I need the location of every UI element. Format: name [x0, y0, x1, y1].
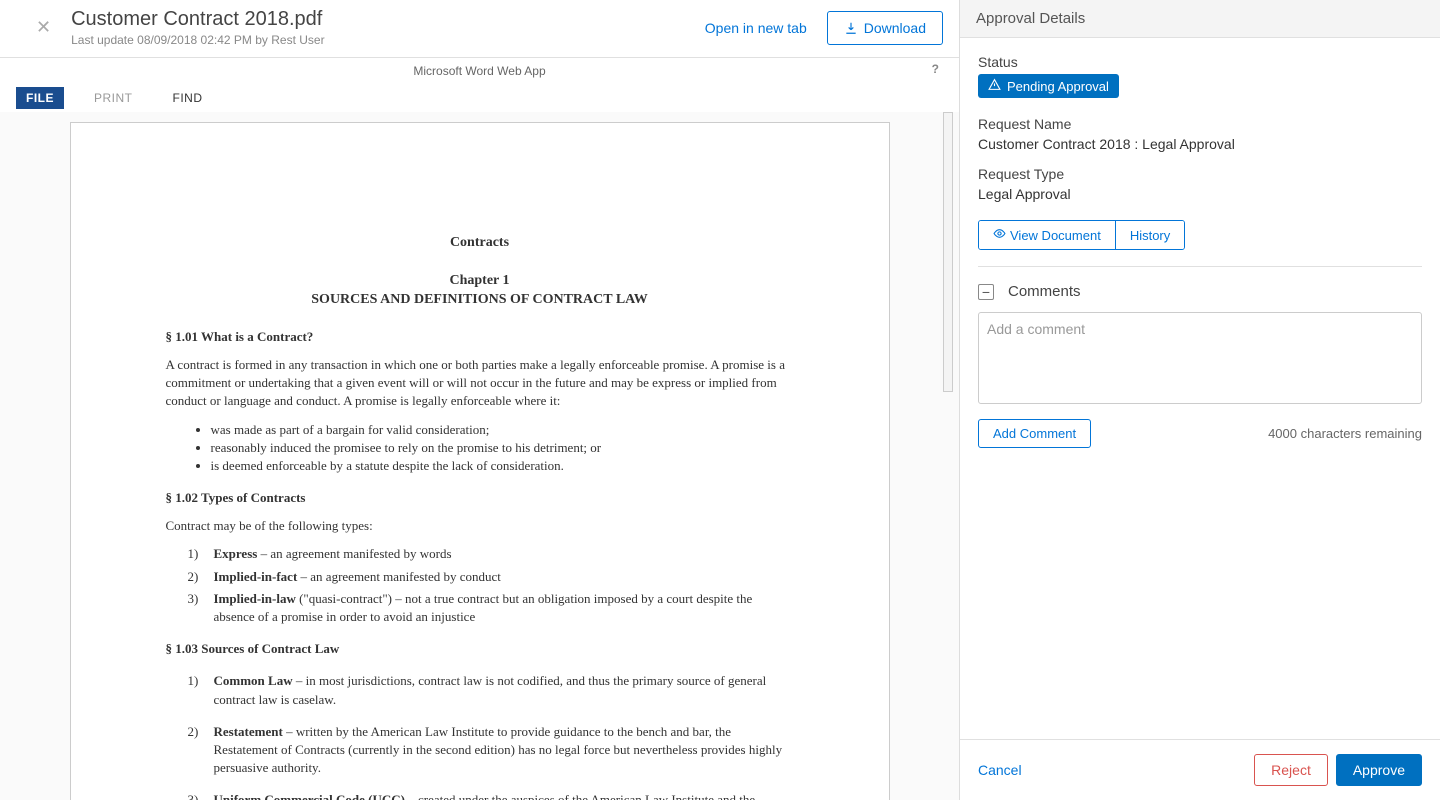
types-list: 1)Express – an agreement manifested by w… [166, 545, 794, 626]
tab-print[interactable]: PRINT [84, 87, 143, 109]
doc-heading-contracts: Contracts [166, 233, 794, 253]
word-app-bar: Microsoft Word Web App ? [0, 58, 959, 84]
tab-find[interactable]: FIND [163, 87, 213, 109]
approval-panel: Approval Details Status Pending Approval… [960, 0, 1440, 800]
section-101: § 1.01 What is a Contract? [166, 328, 794, 346]
open-new-tab-link[interactable]: Open in new tab [705, 20, 807, 36]
document-page: Contracts Chapter 1 SOURCES AND DEFINITI… [70, 122, 890, 800]
warning-icon [988, 78, 1001, 94]
section-102: § 1.02 Types of Contracts [166, 489, 794, 507]
request-name-value: Customer Contract 2018 : Legal Approval [978, 136, 1422, 152]
close-icon[interactable]: ✕ [36, 17, 51, 38]
add-comment-button[interactable]: Add Comment [978, 419, 1091, 448]
document-viewport[interactable]: Contracts Chapter 1 SOURCES AND DEFINITI… [0, 112, 959, 800]
section-103: § 1.03 Sources of Contract Law [166, 640, 794, 658]
history-button[interactable]: History [1115, 221, 1184, 249]
word-app-title: Microsoft Word Web App [413, 64, 545, 78]
collapse-icon[interactable]: − [978, 284, 994, 300]
chars-remaining: 4000 characters remaining [1268, 426, 1422, 441]
comments-label: Comments [1008, 283, 1081, 300]
request-type-label: Request Type [978, 166, 1422, 182]
download-button[interactable]: Download [827, 11, 943, 45]
reject-button[interactable]: Reject [1254, 754, 1328, 786]
sources-list: 1)Common Law – in most jurisdictions, co… [166, 672, 794, 800]
document-header: ✕ Customer Contract 2018.pdf Last update… [0, 0, 959, 58]
para-101: A contract is formed in any transaction … [166, 356, 794, 411]
document-subtitle: Last update 08/09/2018 02:42 PM by Rest … [71, 33, 705, 47]
bullets-101: was made as part of a bargain for valid … [166, 421, 794, 476]
approval-panel-title: Approval Details [960, 0, 1440, 38]
doc-heading-chapter: Chapter 1 [166, 271, 794, 291]
word-tabs: FILE PRINT FIND [0, 84, 959, 112]
approval-footer: Cancel Reject Approve [960, 739, 1440, 800]
scrollbar[interactable] [943, 112, 953, 392]
view-history-group: View Document History [978, 220, 1185, 250]
request-type-value: Legal Approval [978, 186, 1422, 202]
help-icon[interactable]: ? [932, 62, 939, 76]
document-title: Customer Contract 2018.pdf [71, 8, 705, 31]
status-label: Status [978, 54, 1422, 70]
approve-button[interactable]: Approve [1336, 754, 1422, 786]
request-name-label: Request Name [978, 116, 1422, 132]
cancel-link[interactable]: Cancel [978, 762, 1022, 778]
doc-heading-sources: SOURCES AND DEFINITIONS OF CONTRACT LAW [166, 290, 794, 310]
para-102: Contract may be of the following types: [166, 517, 794, 535]
status-badge: Pending Approval [978, 74, 1119, 98]
view-document-button[interactable]: View Document [979, 221, 1115, 249]
eye-icon [993, 227, 1006, 243]
comments-header: − Comments [978, 283, 1422, 300]
download-icon [844, 21, 858, 35]
comment-input[interactable] [978, 312, 1422, 404]
tab-file[interactable]: FILE [16, 87, 64, 109]
